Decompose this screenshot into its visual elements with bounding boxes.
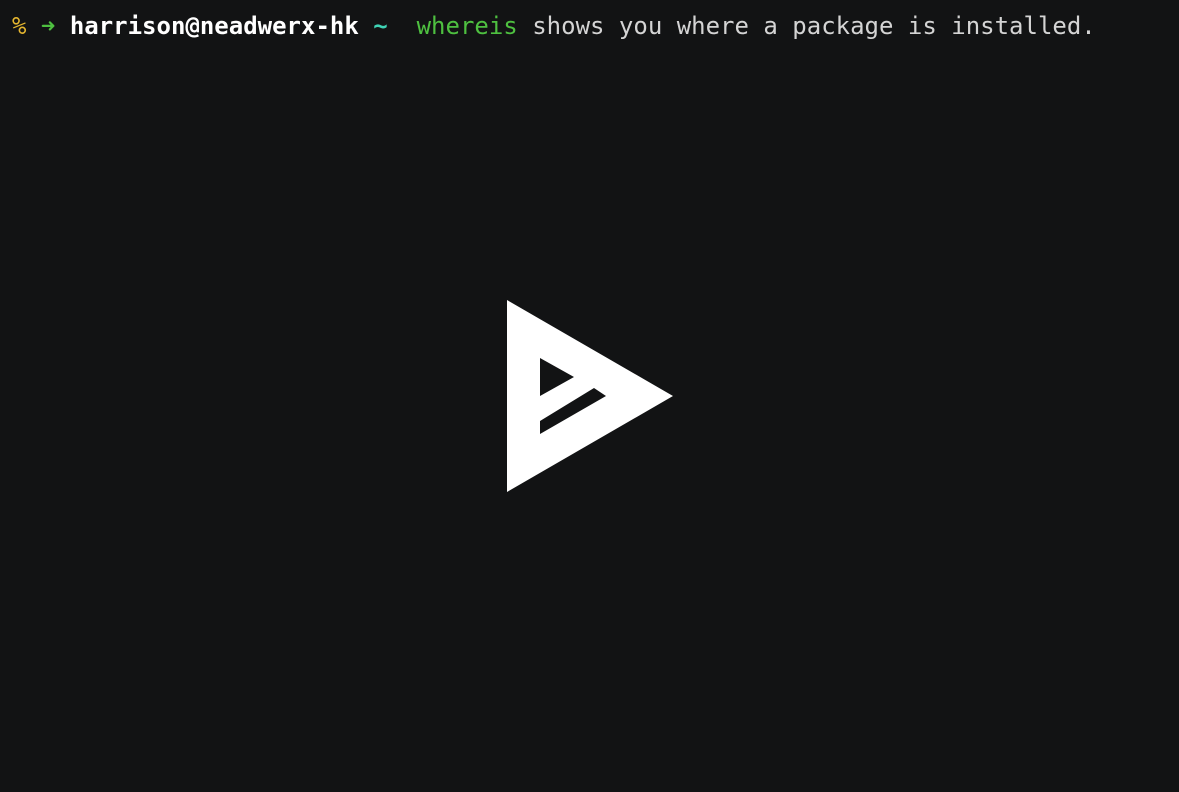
command-text: shows you where a package is installed. [532, 12, 1096, 40]
prompt-arrow-icon: ➜ [40, 12, 56, 40]
asciinema-play-icon [507, 300, 673, 492]
terminal-screen: % ➜ harrison@neadwerx-hk ~ whereis shows… [0, 0, 1179, 792]
prompt-status-symbol: % [12, 12, 27, 40]
prompt-line: % ➜ harrison@neadwerx-hk ~ whereis shows… [12, 14, 1096, 38]
command-name: whereis [416, 12, 518, 40]
prompt-cwd: ~ [373, 12, 388, 40]
prompt-user-host: harrison@neadwerx-hk [69, 12, 359, 40]
play-button[interactable] [507, 300, 673, 492]
